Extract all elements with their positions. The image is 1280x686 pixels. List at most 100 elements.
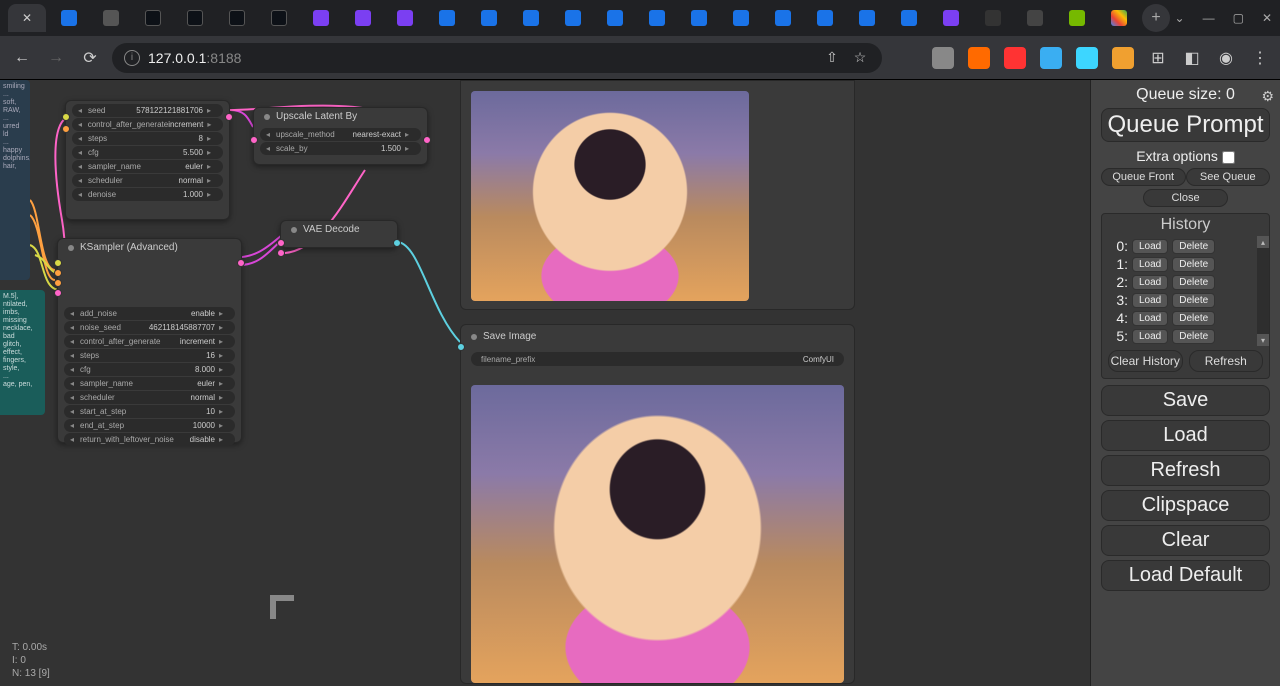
- tabs-dropdown-icon[interactable]: ⌄: [1175, 11, 1185, 25]
- scroll-down-icon[interactable]: ▾: [1257, 334, 1269, 346]
- tab[interactable]: [974, 4, 1012, 32]
- active-tab[interactable]: ✕: [8, 4, 46, 32]
- window-close[interactable]: ✕: [1262, 11, 1272, 25]
- ksampler-advanced-node[interactable]: KSampler (Advanced) ◂add_noiseenable▸◂no…: [57, 238, 242, 443]
- share-icon[interactable]: ⇧: [822, 48, 842, 68]
- history-delete-button[interactable]: Delete: [1172, 329, 1215, 344]
- input-port[interactable]: [62, 113, 70, 121]
- output-port[interactable]: [393, 239, 401, 247]
- tab[interactable]: [638, 4, 676, 32]
- close-button[interactable]: Close: [1143, 189, 1228, 207]
- clear-button[interactable]: Clear: [1101, 525, 1270, 556]
- url-input[interactable]: i 127.0.0.1:8188 ⇧ ☆: [112, 43, 882, 73]
- history-delete-button[interactable]: Delete: [1172, 293, 1215, 308]
- node-widget[interactable]: ◂end_at_step10000▸: [64, 419, 235, 432]
- history-load-button[interactable]: Load: [1132, 275, 1168, 290]
- node-widget[interactable]: ◂sampler_nameeuler▸: [72, 160, 223, 173]
- input-port[interactable]: [457, 343, 465, 351]
- tab[interactable]: [344, 4, 382, 32]
- node-widget[interactable]: ◂control_after_generateincrement▸: [72, 118, 223, 131]
- node-graph-canvas[interactable]: smiling...soft,RAW,...urredld...happydol…: [0, 80, 1090, 686]
- history-delete-button[interactable]: Delete: [1172, 257, 1215, 272]
- input-port[interactable]: [54, 269, 62, 277]
- tab[interactable]: [260, 4, 298, 32]
- tab[interactable]: [302, 4, 340, 32]
- output-port[interactable]: [237, 259, 245, 267]
- tab[interactable]: [764, 4, 802, 32]
- node-widget[interactable]: ◂cfg5.500▸: [72, 146, 223, 159]
- output-port[interactable]: [423, 136, 431, 144]
- filename-prefix-widget[interactable]: filename_prefix ComfyUI: [471, 352, 844, 366]
- load-default-button[interactable]: Load Default: [1101, 560, 1270, 591]
- reload-button[interactable]: ⟳: [78, 46, 102, 70]
- node-widget[interactable]: ◂cfg8.000▸: [64, 363, 235, 376]
- window-minimize[interactable]: —: [1203, 11, 1215, 25]
- node-widget[interactable]: ◂schedulernormal▸: [64, 391, 235, 404]
- bookmark-star-icon[interactable]: ☆: [850, 48, 870, 68]
- tab[interactable]: [848, 4, 886, 32]
- extension-icon[interactable]: [968, 47, 990, 69]
- tab[interactable]: [932, 4, 970, 32]
- node-widget[interactable]: ◂return_with_leftover_noisedisable▸: [64, 433, 235, 446]
- tab[interactable]: [596, 4, 634, 32]
- history-load-button[interactable]: Load: [1132, 311, 1168, 326]
- load-button[interactable]: Load: [1101, 420, 1270, 451]
- profile-icon[interactable]: ◉: [1216, 48, 1236, 68]
- history-scrollbar[interactable]: ▴ ▾: [1257, 236, 1269, 346]
- extension-icon[interactable]: [1112, 47, 1134, 69]
- history-load-button[interactable]: Load: [1132, 329, 1168, 344]
- tab[interactable]: [218, 4, 256, 32]
- canvas-corner-handle[interactable]: [270, 595, 294, 619]
- node-widget[interactable]: ◂steps16▸: [64, 349, 235, 362]
- save-button[interactable]: Save: [1101, 385, 1270, 416]
- queue-prompt-button[interactable]: Queue Prompt: [1101, 108, 1270, 142]
- node-widget[interactable]: ◂start_at_step10▸: [64, 405, 235, 418]
- sidepanel-icon[interactable]: ◧: [1182, 48, 1202, 68]
- node-widget[interactable]: ◂denoise1.000▸: [72, 188, 223, 201]
- history-delete-button[interactable]: Delete: [1172, 311, 1215, 326]
- new-tab-button[interactable]: +: [1142, 4, 1170, 32]
- node-widget[interactable]: ◂seed578122121881706▸: [72, 104, 223, 117]
- tab[interactable]: [428, 4, 466, 32]
- node-widget[interactable]: ◂scale_by1.500▸: [260, 142, 421, 155]
- queue-front-button[interactable]: Queue Front: [1101, 168, 1186, 186]
- menu-icon[interactable]: ⋮: [1250, 48, 1270, 68]
- history-delete-button[interactable]: Delete: [1172, 275, 1215, 290]
- refresh-history-button[interactable]: Refresh: [1189, 350, 1264, 372]
- clear-history-button[interactable]: Clear History: [1108, 350, 1183, 372]
- history-delete-button[interactable]: Delete: [1172, 239, 1215, 254]
- node-widget[interactable]: ◂steps8▸: [72, 132, 223, 145]
- input-port[interactable]: [277, 249, 285, 257]
- node-widget[interactable]: ◂add_noiseenable▸: [64, 307, 235, 320]
- site-info-icon[interactable]: i: [124, 50, 140, 66]
- input-port[interactable]: [277, 239, 285, 247]
- node-widget[interactable]: ◂control_after_generateincrement▸: [64, 335, 235, 348]
- tab[interactable]: [1058, 4, 1096, 32]
- tab[interactable]: [92, 4, 130, 32]
- extensions-button[interactable]: ⊞: [1148, 48, 1168, 68]
- history-load-button[interactable]: Load: [1132, 257, 1168, 272]
- tab[interactable]: [512, 4, 550, 32]
- see-queue-button[interactable]: See Queue: [1186, 168, 1271, 186]
- tab[interactable]: [1100, 4, 1138, 32]
- gear-icon[interactable]: ⚙: [1261, 88, 1274, 105]
- input-port[interactable]: [62, 125, 70, 133]
- window-maximize[interactable]: ▢: [1233, 11, 1244, 25]
- tab[interactable]: [176, 4, 214, 32]
- node-widget[interactable]: ◂sampler_nameeuler▸: [64, 377, 235, 390]
- clipspace-button[interactable]: Clipspace: [1101, 490, 1270, 521]
- tab[interactable]: [470, 4, 508, 32]
- tab[interactable]: [50, 4, 88, 32]
- refresh-button[interactable]: Refresh: [1101, 455, 1270, 486]
- extension-icon[interactable]: [932, 47, 954, 69]
- tab[interactable]: [554, 4, 592, 32]
- tab[interactable]: [386, 4, 424, 32]
- tab[interactable]: [680, 4, 718, 32]
- ksampler-node[interactable]: ◂seed578122121881706▸◂control_after_gene…: [65, 100, 230, 220]
- tab[interactable]: [890, 4, 928, 32]
- extension-icon[interactable]: [1004, 47, 1026, 69]
- output-port[interactable]: [225, 113, 233, 121]
- save-image-node[interactable]: Save Image filename_prefix ComfyUI: [460, 324, 855, 684]
- tab[interactable]: [806, 4, 844, 32]
- node-widget[interactable]: ◂upscale_methodnearest-exact▸: [260, 128, 421, 141]
